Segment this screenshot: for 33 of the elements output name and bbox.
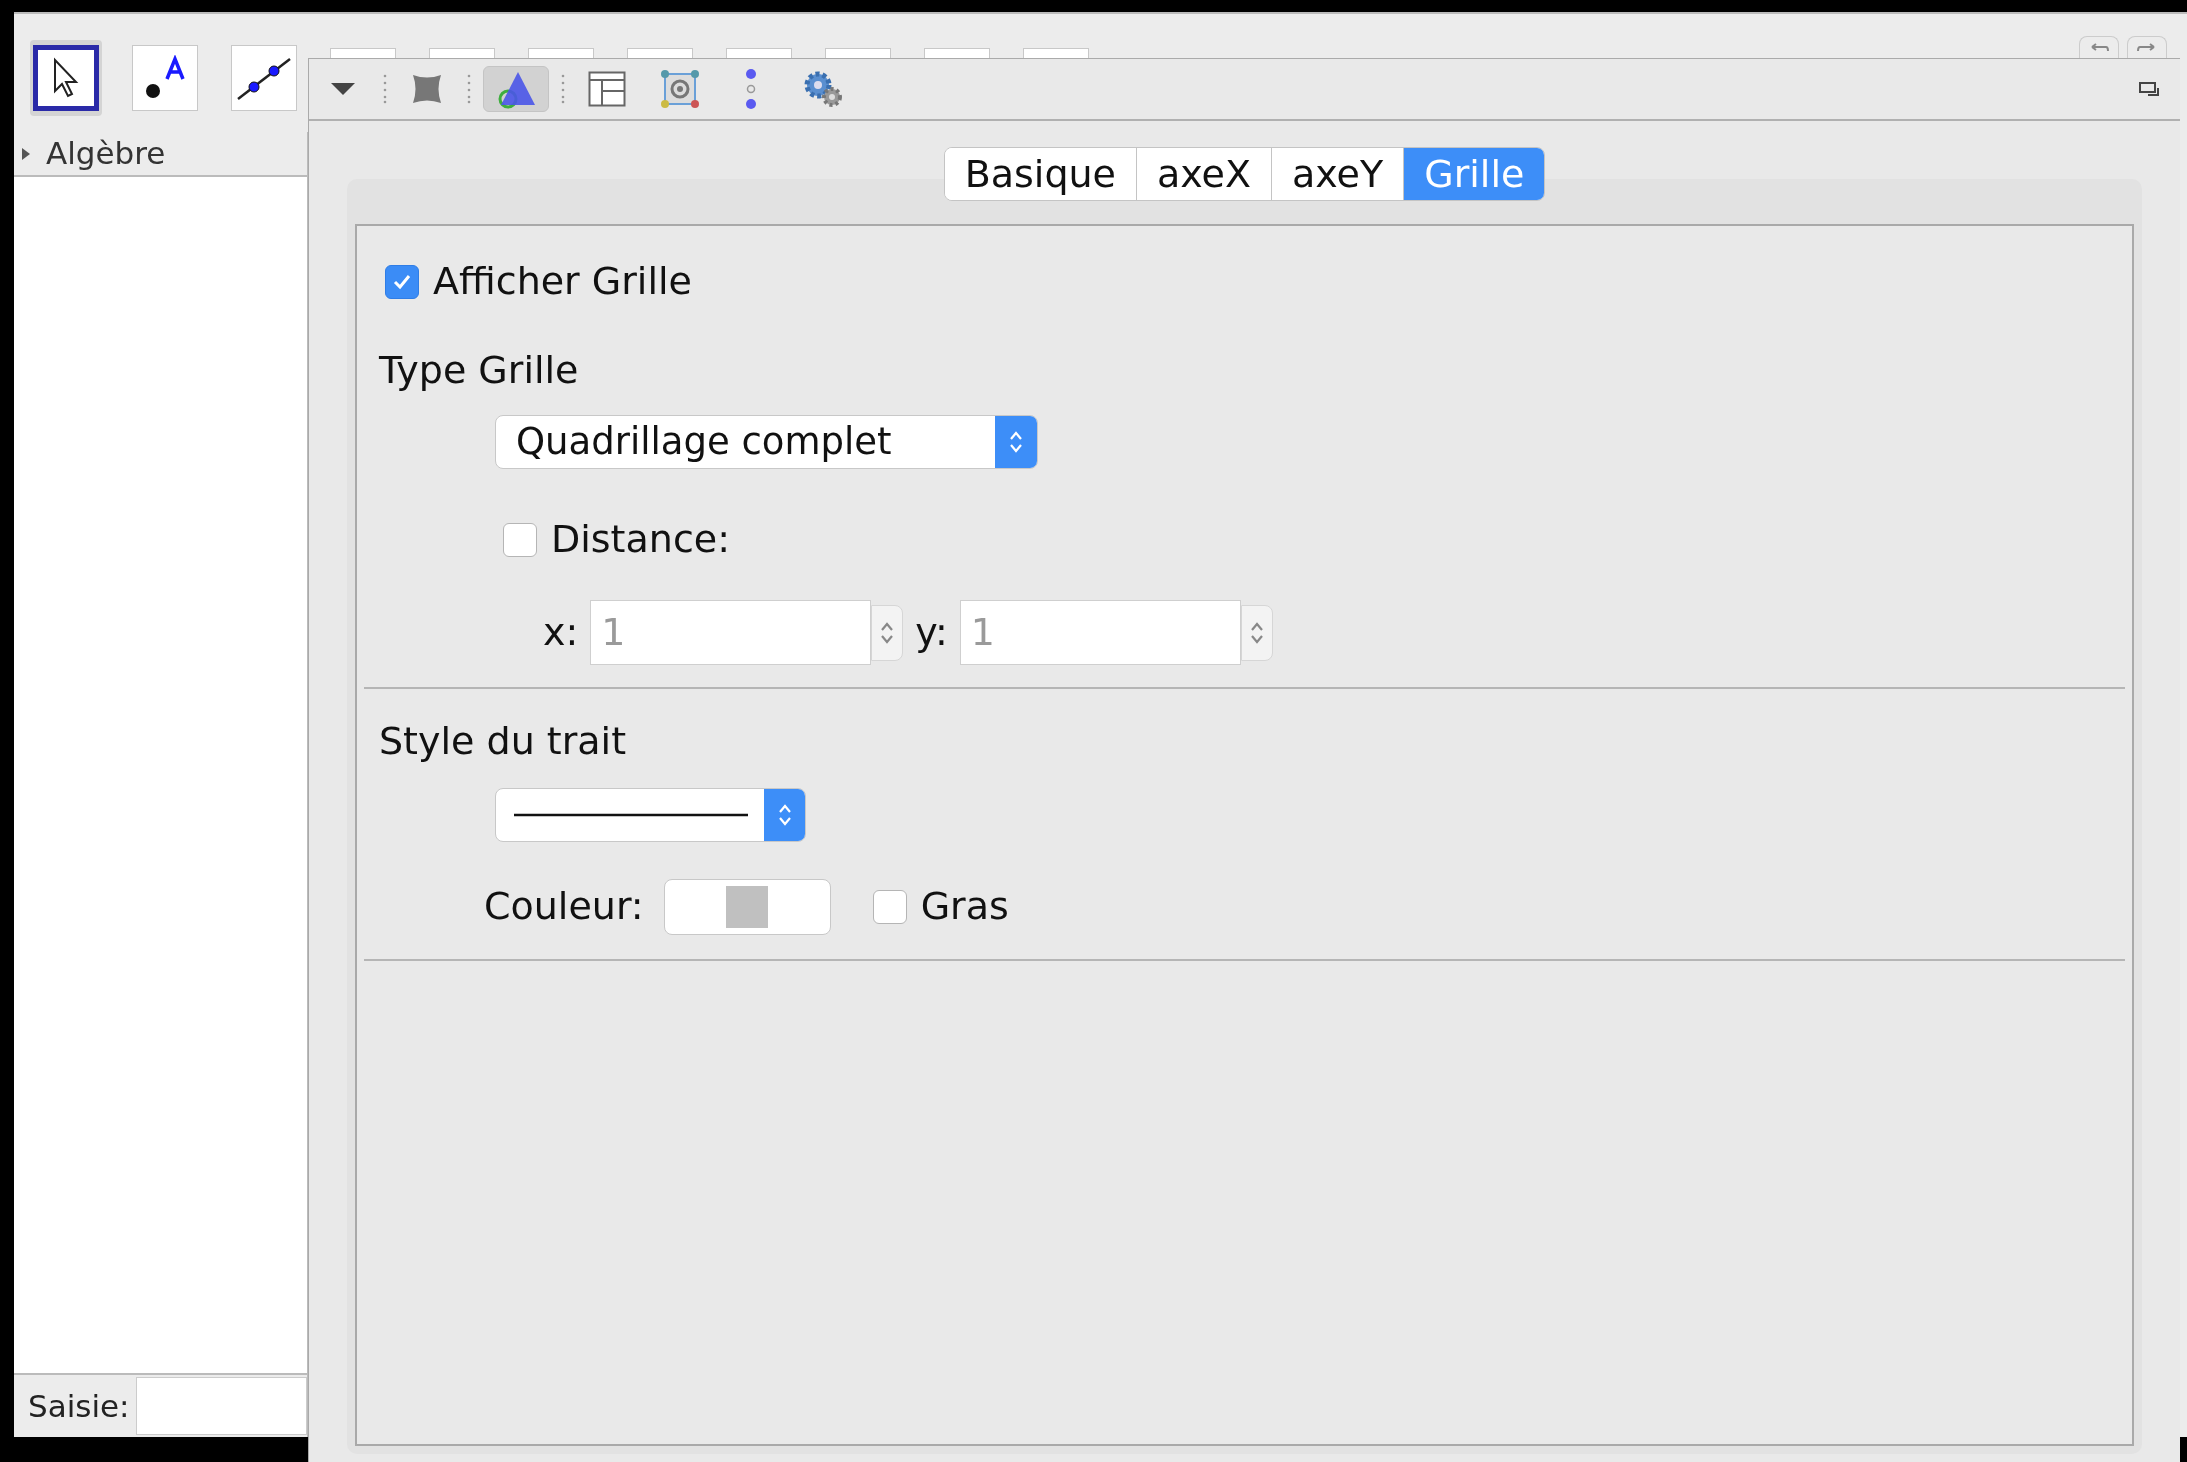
checkbox-label: Distance: [551, 516, 730, 563]
separator-icon [467, 74, 471, 104]
separator-icon [383, 74, 387, 104]
section-label: Type Grille [379, 347, 579, 394]
checkbox-label: Afficher Grille [433, 258, 692, 305]
field-label: x: [543, 609, 579, 656]
window-restore-icon [2139, 80, 2161, 98]
solid-line-icon [514, 813, 748, 817]
caret-right-icon [20, 146, 32, 161]
input-label: Saisie: [28, 1386, 130, 1426]
caret-icon [330, 82, 356, 96]
toolbar-button[interactable] [483, 66, 549, 112]
cursor-arrow-icon [51, 57, 81, 99]
spinner-button[interactable] [1240, 604, 1273, 661]
checkbox[interactable] [385, 264, 419, 299]
checkbox[interactable] [503, 522, 537, 557]
spinner-button[interactable] [871, 604, 904, 661]
dropdown[interactable]: Quadrillage complet [495, 415, 1038, 469]
tool-button[interactable] [30, 40, 102, 116]
color-swatch [726, 885, 769, 928]
view-title: Algèbre [46, 134, 166, 174]
field-label: y: [915, 609, 948, 656]
input-field[interactable] [135, 1377, 307, 1435]
layout-icon [588, 71, 626, 107]
line-style-dropdown[interactable] [495, 788, 806, 842]
section-label: Style du trait [379, 718, 627, 765]
field-label: Couleur: [484, 883, 644, 930]
vertical-dots-icon [744, 68, 758, 110]
checkbox-label: Gras [920, 883, 1009, 930]
checkbox[interactable] [872, 889, 907, 924]
line-through-points-icon [236, 55, 292, 101]
separator-icon [561, 74, 565, 104]
color-button[interactable] [663, 878, 831, 935]
